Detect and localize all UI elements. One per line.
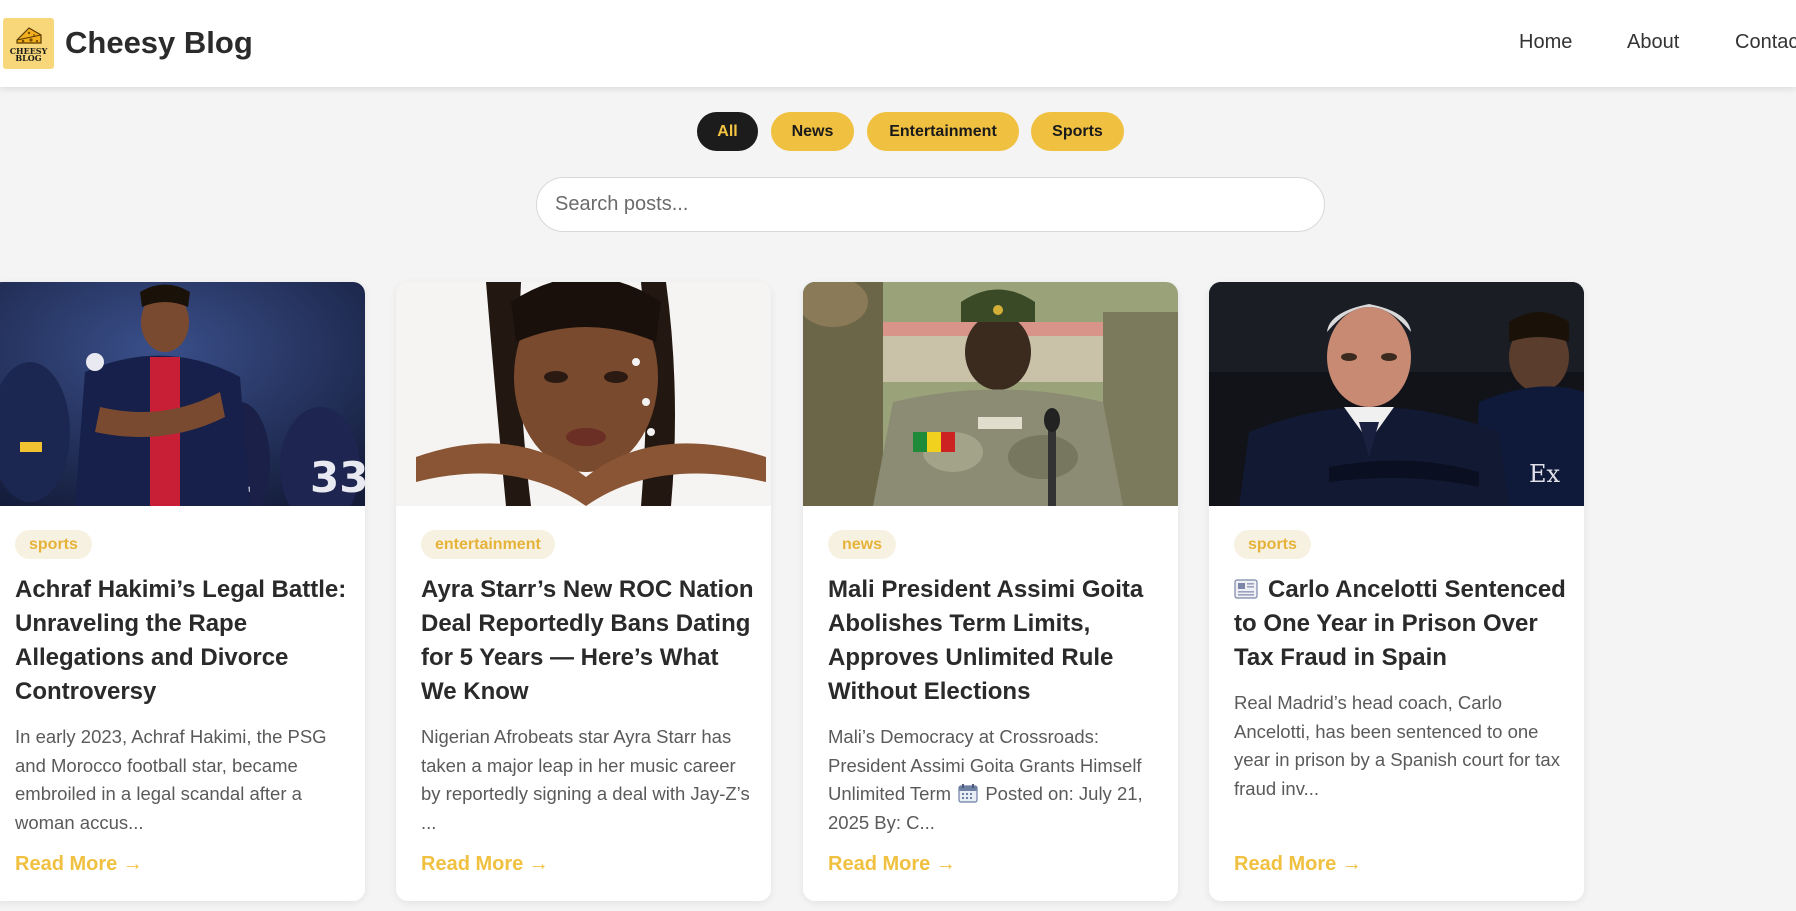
post-excerpt: Real Madrid’s head coach, Carlo Ancelott… [1234, 692, 1560, 800]
read-more-link[interactable]: Read More → [1234, 851, 1362, 877]
svg-text:Ex: Ex [1529, 460, 1561, 488]
filter-all-button[interactable]: All [697, 112, 758, 151]
post-image[interactable]: 4 33 [0, 282, 365, 506]
post-excerpt: In early 2023, Achraf Hakimi, the PSG an… [15, 726, 327, 834]
post-title-text: Carlo Ancelotti Sentenced to One Year in… [1234, 576, 1566, 671]
category-tag[interactable]: sports [15, 530, 92, 559]
logo-text: CHEESY BLOG [9, 45, 48, 63]
coach-photo-icon: Ex [1209, 282, 1584, 506]
category-filters: All News Entertainment Sports [0, 112, 1796, 152]
category-tag[interactable]: entertainment [421, 530, 555, 559]
post-image[interactable] [803, 282, 1178, 506]
site-logo[interactable]: CHEESY BLOG [3, 18, 54, 69]
post-title[interactable]: Carlo Ancelotti Sentenced to One Year in… [1234, 573, 1569, 675]
svg-text:33: 33 [310, 453, 365, 502]
calendar-icon [958, 783, 978, 804]
post-card[interactable]: entertainment Ayra Starr’s New ROC Natio… [396, 282, 771, 901]
post-card[interactable]: 4 33 sports Achraf Hakimi’s Legal Battle… [0, 282, 365, 901]
filter-sports-button[interactable]: Sports [1031, 112, 1124, 151]
filter-news-button[interactable]: News [771, 112, 854, 151]
portrait-photo-icon [396, 282, 771, 506]
read-more-link[interactable]: Read More → [15, 851, 143, 877]
nav-about[interactable]: About [1627, 30, 1679, 54]
nav-home[interactable]: Home [1519, 30, 1572, 54]
post-excerpt: Mali’s Democracy at Crossroads: Presiden… [828, 723, 1163, 838]
category-tag[interactable]: sports [1234, 530, 1311, 559]
site-title[interactable]: Cheesy Blog [65, 23, 253, 63]
post-title[interactable]: Achraf Hakimi’s Legal Battle: Unraveling… [15, 573, 350, 709]
post-body: news Mali President Assimi Goita Abolish… [828, 530, 1163, 838]
newspaper-icon [1234, 576, 1258, 599]
post-title[interactable]: Ayra Starr’s New ROC Nation Deal Reporte… [421, 573, 756, 709]
read-more-link[interactable]: Read More → [828, 851, 956, 877]
military-officer-photo-icon [803, 282, 1178, 506]
search-input[interactable] [536, 177, 1325, 232]
filter-entertainment-button[interactable]: Entertainment [867, 112, 1019, 151]
post-title[interactable]: Mali President Assimi Goita Abolishes Te… [828, 573, 1163, 709]
category-tag[interactable]: news [828, 530, 897, 559]
football-player-photo-icon: 4 33 [0, 282, 365, 506]
read-more-link[interactable]: Read More → [421, 851, 549, 877]
post-excerpt: Nigerian Afrobeats star Ayra Starr has t… [421, 726, 750, 834]
post-image[interactable]: Ex [1209, 282, 1584, 506]
site-header: CHEESY BLOG Cheesy Blog Home About Conta… [0, 0, 1796, 87]
post-image[interactable] [396, 282, 771, 506]
cheese-icon [15, 26, 43, 46]
post-body: sports Achraf Hakimi’s Legal Battle: Unr… [15, 530, 350, 838]
post-card[interactable]: news Mali President Assimi Goita Abolish… [803, 282, 1178, 901]
post-body: entertainment Ayra Starr’s New ROC Natio… [421, 530, 756, 838]
nav-contact[interactable]: Contact [1735, 30, 1796, 54]
post-card[interactable]: Ex sports Carlo Ancelotti Sentenced to O… [1209, 282, 1584, 901]
post-body: sports Carlo Ancelotti Sentenced to One … [1234, 530, 1569, 804]
